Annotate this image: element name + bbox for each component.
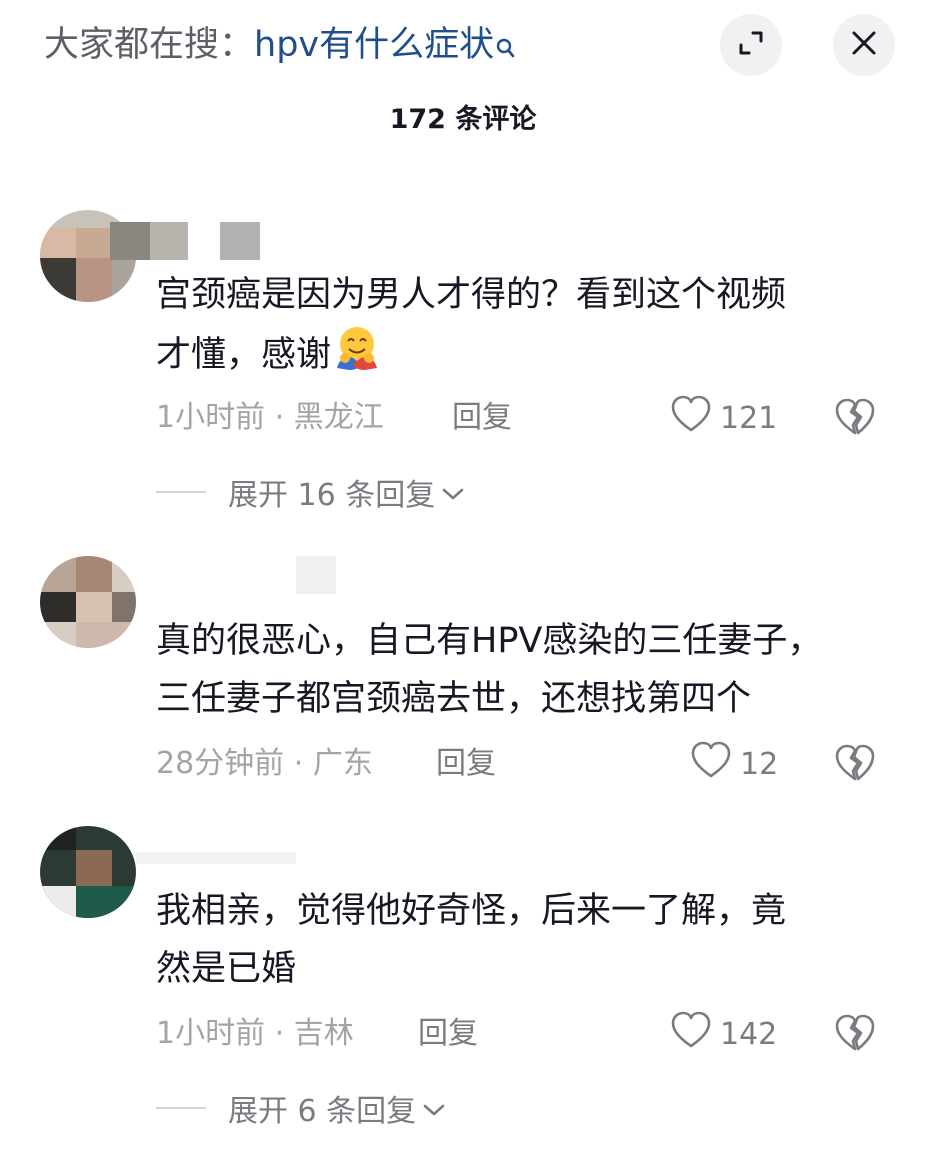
comment-location: 广东 [312, 746, 373, 781]
comment-location: 吉林 [293, 1016, 354, 1051]
like-button[interactable]: 12 [690, 741, 779, 787]
header: 大家都在搜：hpv有什么症状 [0, 0, 926, 90]
comment-text-line: 我相亲，觉得他好奇怪，后来一了解，竟 [156, 891, 787, 931]
heart-icon [670, 395, 720, 441]
chevron-down-icon [416, 1091, 446, 1126]
comment-text-line: 三任妻子都宫颈癌去世，还想找第四个 [156, 679, 752, 719]
expand-button[interactable] [720, 14, 782, 76]
meta-separator: · [274, 400, 285, 435]
reply-button[interactable]: 回复 [452, 396, 512, 440]
comment-time: 1小时前 [156, 1016, 266, 1051]
comment-text-line: 真的很恶心，自己有HPV感染的三任妻子， [156, 621, 823, 661]
comment-text: 真的很恶心，自己有HPV感染的三任妻子， 三任妻子都宫颈癌去世，还想找第四个 [156, 612, 896, 728]
close-button[interactable] [833, 14, 895, 76]
reply-button[interactable]: 回复 [436, 742, 496, 786]
dislike-button[interactable] [834, 398, 876, 440]
comment-text: 我相亲，觉得他好奇怪，后来一了解，竟 然是已婚 [156, 882, 896, 998]
search-term-link[interactable]: hpv有什么症状 [254, 25, 494, 65]
comment-meta: 28分钟前 · 广东 [156, 742, 373, 786]
close-icon [851, 30, 877, 60]
expand-replies[interactable]: 展开 16 条回复 [156, 470, 465, 514]
chevron-down-icon [435, 475, 465, 510]
like-button[interactable]: 142 [670, 1011, 778, 1057]
search-suggestion[interactable]: 大家都在搜：hpv有什么症状 [44, 22, 516, 72]
broken-heart-icon [834, 398, 876, 440]
expand-replies-label: 展开 6 条回复 [228, 1094, 417, 1129]
comment-time: 1小时前 [156, 400, 266, 435]
divider-line [156, 1107, 206, 1109]
heart-icon [670, 1011, 720, 1057]
like-count: 12 [740, 746, 779, 782]
comment-time: 28分钟前 [156, 746, 285, 781]
heart-icon [690, 741, 740, 787]
hugging-emoji-icon [333, 324, 381, 388]
like-count: 142 [720, 1016, 778, 1052]
dislike-button[interactable] [834, 1014, 876, 1056]
comment-meta: 1小时前 · 黑龙江 [156, 396, 384, 440]
divider-line [156, 491, 206, 493]
broken-heart-icon [834, 1014, 876, 1056]
comments-count-title: 172 条评论 [389, 104, 537, 135]
search-icon[interactable] [496, 26, 516, 72]
meta-separator: · [293, 746, 304, 781]
comment-text-line: 然是已婚 [156, 949, 297, 989]
reply-button[interactable]: 回复 [418, 1012, 478, 1056]
expand-replies-label: 展开 16 条回复 [228, 478, 436, 513]
username-blurred[interactable] [296, 556, 336, 594]
like-button[interactable]: 121 [670, 395, 778, 441]
username-blurred[interactable] [110, 222, 260, 260]
search-prefix: 大家都在搜： [44, 25, 255, 65]
meta-separator: · [274, 1016, 285, 1051]
dislike-button[interactable] [834, 744, 876, 786]
expand-icon [736, 28, 766, 62]
comment-meta: 1小时前 · 吉林 [156, 1012, 354, 1056]
broken-heart-icon [834, 744, 876, 786]
comment-location: 黑龙江 [293, 400, 384, 435]
comment-text: 宫颈癌是因为男人才得的？看到这个视频 才懂，感谢 [156, 266, 896, 388]
comment-text-line: 宫颈癌是因为男人才得的？看到这个视频 [156, 275, 787, 315]
avatar[interactable] [40, 556, 136, 648]
like-count: 121 [720, 400, 778, 436]
comment-text-line: 才懂，感谢 [156, 335, 332, 375]
expand-replies[interactable]: 展开 6 条回复 [156, 1086, 446, 1130]
avatar[interactable] [40, 826, 136, 918]
